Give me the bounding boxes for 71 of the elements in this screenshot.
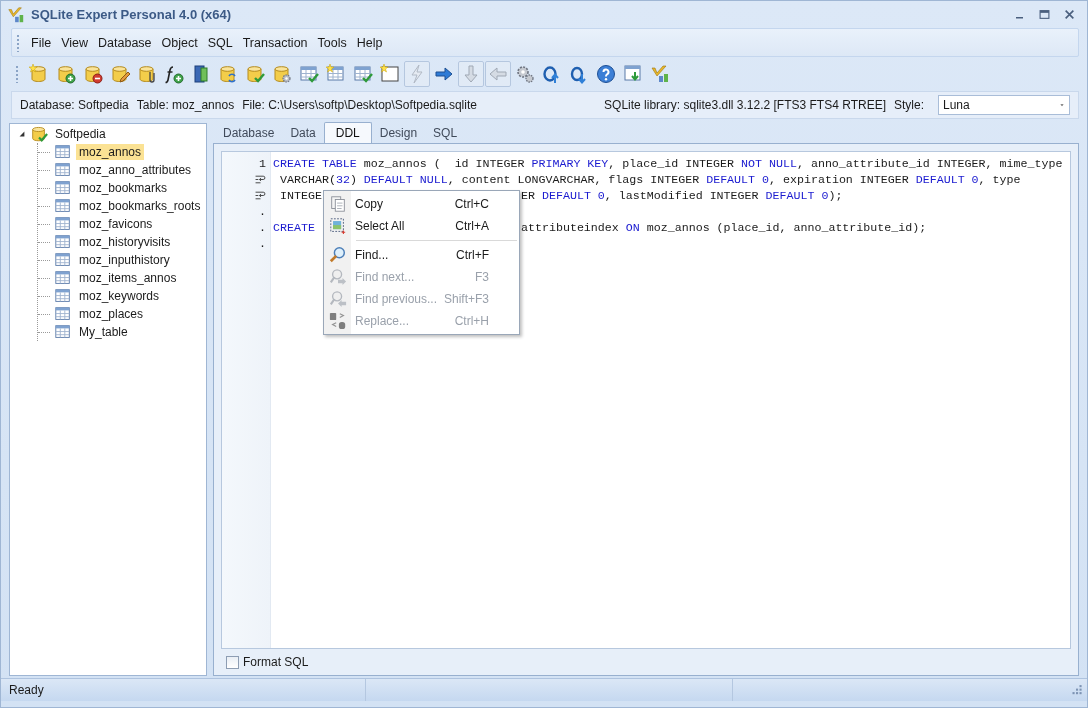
line-number: . [259,204,266,218]
caret-icon [1059,103,1065,107]
style-dropdown[interactable]: Luna [938,95,1070,115]
tab[interactable]: Design [371,123,426,143]
line-number: . [259,220,266,234]
menu-option[interactable]: Copy Ctrl+C [326,193,517,215]
line-number: . [259,236,266,250]
code-text: INTEGE [280,188,322,202]
checkbox[interactable] [226,655,239,669]
tree-item[interactable]: moz_items_annos [76,270,180,286]
tree-item[interactable]: moz_keywords [76,288,163,304]
replace-icon [329,312,347,330]
code-text: ER DEFAULT 0, lastModified INTEGER DEFAULT 0); [521,188,843,202]
menu-option[interactable]: Find... Ctrl+F [326,244,517,266]
tree-item[interactable]: moz_anno_attributes [76,162,195,178]
maximize-icon[interactable] [1039,9,1050,20]
table-icon [54,269,72,287]
tree-item[interactable]: My_table [76,324,131,340]
menu-item[interactable]: Help [351,33,388,52]
app-logo-icon [7,5,25,24]
tab[interactable]: SQL [425,123,466,143]
menu-item[interactable]: Transaction [237,33,313,52]
tree-item[interactable]: moz_places [76,306,147,322]
table-icon [54,161,72,179]
table-label: Table: moz_annos [136,98,235,112]
status-text: Ready [9,683,44,697]
code-text: VARCHAR(32) DEFAULT NULL, content LONGVARCHAR, flags INTEGER DEFAULT 0, expiration INTEGER DEFAULT 0, type [280,172,1021,186]
line-number: 1 [259,156,266,170]
tree-item[interactable]: moz_inputhistory [76,252,173,268]
tree-item[interactable]: moz_bookmarks [76,180,171,196]
tree-item[interactable]: Softpedia [52,126,109,142]
magnifier-next-icon [329,268,347,286]
menu-item[interactable]: View [56,33,94,52]
checkbox-label: Format SQL [243,655,309,669]
copy-icon [329,195,347,213]
menu-item[interactable]: SQL [202,33,238,52]
tree-item[interactable]: moz_annos [76,144,145,160]
window-title: SQLite Expert Personal 4.0 (x64) [31,7,233,22]
table-icon [54,287,72,305]
menu-item[interactable]: Database [93,33,157,52]
table-icon [54,215,72,233]
menu-item[interactable]: File [26,33,57,52]
tab[interactable]: Data [282,123,324,143]
table-icon [54,143,72,161]
library-info: SQLite library: sqlite3.dll 3.12.2 [FTS3 FTS4 RTREE] [604,98,886,112]
table-icon [54,179,72,197]
file-path: File: C:\Users\softp\Desktop\Softpedia.sqlite [242,98,477,112]
database-label: Database: Softpedia [20,98,129,112]
tree-item[interactable]: moz_favicons [76,216,156,232]
magnifier-icon [329,246,347,264]
tab[interactable]: DDL [323,122,372,143]
select-all-icon [329,217,347,235]
table-icon [54,305,72,323]
tab[interactable]: Database [215,123,283,143]
table-icon [54,197,72,215]
magnifier-previous-icon [329,290,347,308]
tree-item[interactable]: moz_bookmarks_roots [76,198,204,214]
menu-item[interactable]: Tools [312,33,352,52]
database-check-icon [30,125,48,143]
code-text: CREATE TABLE moz_annos ( id INTEGER PRIMARY KEY, place_id INTEGER NOT NULL, anno_attribute_id INTEGER, mime_type [273,156,1063,170]
menu-option[interactable]: Select All Ctrl+A [326,215,517,237]
code-text: attributeindex ON moz_annos (place_id, anno_attribute_id); [521,220,927,234]
table-icon [54,323,72,341]
code-text: CREATE [273,220,315,234]
style-label: Style: [894,98,924,112]
tree-item[interactable]: moz_historyvisits [76,234,174,250]
table-icon [54,251,72,269]
table-icon [54,233,72,251]
collapse-icon[interactable] [18,130,26,138]
menu-item[interactable]: Object [156,33,203,52]
close-icon[interactable] [1064,9,1075,20]
